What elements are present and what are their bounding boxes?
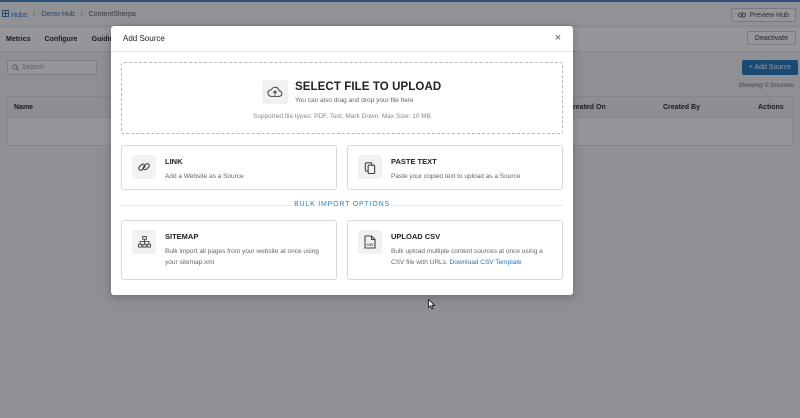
svg-text:CSV: CSV: [367, 243, 375, 247]
paste-text-option-title: PASTE TEXT: [391, 157, 437, 166]
upload-supported-types: Supported file types: PDF, Text, Mark Do…: [253, 113, 431, 120]
upload-csv-option-card[interactable]: CSV UPLOAD CSV Bulk upload multiple cont…: [347, 220, 563, 280]
cloud-upload-icon: [262, 80, 288, 104]
modal-title: Add Source: [123, 34, 165, 43]
upload-title: SELECT FILE TO UPLOAD: [295, 81, 442, 93]
link-option-title: LINK: [165, 157, 183, 166]
file-dropzone[interactable]: SELECT FILE TO UPLOAD You can also drag …: [121, 62, 563, 134]
close-icon[interactable]: ×: [552, 32, 564, 44]
link-option-description: Add a Website as a Source: [165, 173, 244, 180]
upload-csv-option-title: UPLOAD CSV: [391, 232, 441, 241]
upload-csv-option-description: Bulk upload multiple content sources at …: [391, 246, 557, 268]
link-icon: [132, 155, 156, 179]
add-source-modal: Add Source × SELECT FILE TO UPLOAD You c…: [111, 26, 573, 295]
modal-header: Add Source ×: [111, 26, 573, 52]
upload-subtitle: You can also drag and drop your file her…: [295, 97, 414, 104]
divider-right: [393, 205, 563, 206]
download-csv-template-link[interactable]: Download CSV Template: [450, 259, 522, 266]
paste-text-option-card[interactable]: PASTE TEXT Paste your copied text to upl…: [347, 145, 563, 190]
sitemap-option-description: Bulk import all pages from your website …: [165, 248, 319, 266]
link-option-card[interactable]: LINK Add a Website as a Source: [121, 145, 337, 190]
clipboard-icon: [358, 155, 382, 179]
csv-file-icon: CSV: [358, 230, 382, 254]
sitemap-option-title: SITEMAP: [165, 232, 199, 241]
sitemap-icon: [132, 230, 156, 254]
mouse-cursor-icon: [428, 297, 436, 315]
sitemap-option-card[interactable]: SITEMAP Bulk import all pages from your …: [121, 220, 337, 280]
paste-text-option-description: Paste your copied text to upload as a So…: [391, 173, 521, 180]
